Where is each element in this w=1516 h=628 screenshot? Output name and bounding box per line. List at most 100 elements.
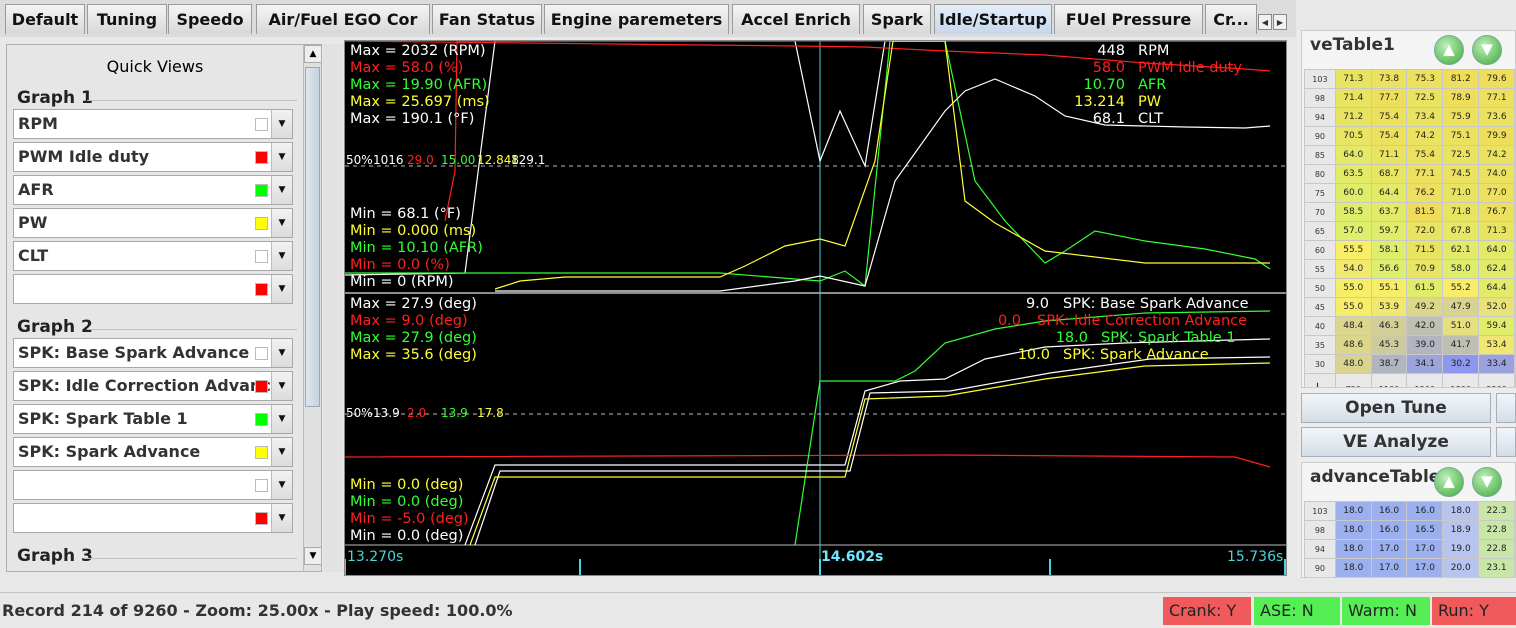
table-cell[interactable]: 57.0 (1334, 221, 1372, 241)
table-cell[interactable]: 55.2 (1442, 278, 1480, 298)
table-cell[interactable]: 61.5 (1406, 278, 1444, 298)
table-cell[interactable]: 63.7 (1370, 202, 1408, 222)
table-cell[interactable]: 75.4 (1370, 107, 1408, 127)
table-cell[interactable]: 67.8 (1442, 221, 1480, 241)
table-cell[interactable]: 63.5 (1334, 164, 1372, 184)
table-cell[interactable]: 64.0 (1478, 240, 1515, 260)
table-cell[interactable]: 72.5 (1406, 88, 1444, 108)
scroll-down-icon[interactable]: ▼ (304, 547, 321, 565)
table-cell[interactable]: 33.4 (1478, 354, 1515, 374)
table-cell[interactable]: 41.7 (1442, 335, 1480, 355)
table-cell[interactable]: 58.0 (1442, 259, 1480, 279)
table-cell[interactable]: 74.2 (1406, 126, 1444, 146)
table-cell[interactable]: 70.9 (1406, 259, 1444, 279)
table-cell[interactable]: 53.9 (1370, 297, 1408, 317)
tab-0[interactable]: Default (5, 4, 85, 34)
table-cell[interactable]: 56.6 (1370, 259, 1408, 279)
splitter[interactable] (323, 44, 343, 572)
table-cell[interactable]: 75.9 (1442, 107, 1480, 127)
color-swatch[interactable] (255, 217, 268, 230)
table-cell[interactable]: 16.0 (1406, 501, 1444, 521)
table-cell[interactable]: 18.0 (1334, 501, 1372, 521)
table-cell[interactable]: 17.0 (1370, 539, 1408, 559)
open-tune-extra-button[interactable] (1496, 393, 1516, 423)
chevron-down-icon[interactable]: ▼ (271, 471, 292, 499)
table-cell[interactable]: 22.8 (1478, 539, 1515, 559)
table-cell[interactable]: 55.0 (1334, 278, 1372, 298)
tab-scroll-right-icon[interactable]: ▶ (1273, 14, 1287, 30)
ve-table-up-icon[interactable]: ▲ (1434, 35, 1464, 65)
table-cell[interactable]: 45.3 (1370, 335, 1408, 355)
table-cell[interactable]: 59.7 (1370, 221, 1408, 241)
table-cell[interactable]: 23.1 (1478, 558, 1515, 577)
table-cell[interactable]: 58.5 (1334, 202, 1372, 222)
advance-table-grid[interactable]: 103 18.0 16.0 16.0 18.0 22.3 98 18.0 16.0 16.5 18.… (1304, 501, 1515, 577)
color-swatch[interactable] (255, 347, 268, 360)
channel-dropdown[interactable]: PWM Idle duty ▼ (13, 142, 293, 172)
table-cell[interactable]: 71.3 (1334, 69, 1372, 89)
channel-dropdown[interactable]: AFR ▼ (13, 175, 293, 205)
table-cell[interactable]: 48.4 (1334, 316, 1372, 336)
table-cell[interactable]: 18.0 (1334, 520, 1372, 540)
ve-analyze-button[interactable]: VE Analyze (1301, 427, 1491, 457)
table-cell[interactable]: 78.9 (1442, 88, 1480, 108)
table-cell[interactable]: 47.9 (1442, 297, 1480, 317)
channel-dropdown[interactable]: SPK: Idle Correction Advance ▼ (13, 371, 293, 401)
table-cell[interactable]: 39.0 (1406, 335, 1444, 355)
table-cell[interactable]: 74.0 (1478, 164, 1515, 184)
channel-dropdown[interactable]: SPK: Spark Table 1 ▼ (13, 404, 293, 434)
channel-dropdown[interactable]: RPM ▼ (13, 109, 293, 139)
table-cell[interactable]: 73.8 (1370, 69, 1408, 89)
advance-table-down-icon[interactable]: ▼ (1472, 467, 1502, 497)
channel-dropdown[interactable]: SPK: Spark Advance ▼ (13, 437, 293, 467)
table-cell[interactable]: 77.1 (1406, 164, 1444, 184)
table-cell[interactable]: 34.1 (1406, 354, 1444, 374)
table-cell[interactable]: 17.0 (1406, 539, 1444, 559)
table-cell[interactable]: 81.5 (1406, 202, 1444, 222)
ve-analyze-extra-button[interactable] (1496, 427, 1516, 457)
tab-7[interactable]: Spark (863, 4, 931, 34)
table-cell[interactable]: 75.4 (1370, 126, 1408, 146)
table-cell[interactable]: 17.0 (1406, 558, 1444, 577)
table-cell[interactable]: 71.2 (1334, 107, 1372, 127)
tab-6[interactable]: Accel Enrich (732, 4, 860, 34)
table-cell[interactable]: 16.5 (1406, 520, 1444, 540)
channel-dropdown[interactable]: PW ▼ (13, 208, 293, 238)
table-cell[interactable]: 55.0 (1334, 297, 1372, 317)
chevron-down-icon[interactable]: ▼ (271, 110, 292, 138)
table-cell[interactable]: 75.1 (1442, 126, 1480, 146)
table-cell[interactable]: 55.1 (1370, 278, 1408, 298)
table-cell[interactable]: 64.4 (1370, 183, 1408, 203)
table-cell[interactable]: 73.6 (1478, 107, 1515, 127)
table-cell[interactable]: 75.3 (1406, 69, 1444, 89)
color-swatch[interactable] (255, 283, 268, 296)
channel-dropdown[interactable]: SPK: Base Spark Advance ▼ (13, 338, 293, 368)
channel-dropdown[interactable]: CLT ▼ (13, 241, 293, 271)
chevron-down-icon[interactable]: ▼ (271, 372, 292, 400)
table-cell[interactable]: 38.7 (1370, 354, 1408, 374)
ve-table-down-icon[interactable]: ▼ (1472, 35, 1502, 65)
table-cell[interactable]: 71.3 (1478, 221, 1515, 241)
scroll-thumb[interactable] (305, 67, 320, 407)
color-swatch[interactable] (255, 479, 268, 492)
table-cell[interactable]: 52.0 (1478, 297, 1515, 317)
table-cell[interactable]: 71.8 (1442, 202, 1480, 222)
tab-10[interactable]: Cr... (1205, 4, 1257, 34)
tab-3[interactable]: Air/Fuel EGO Cor (256, 4, 430, 34)
table-cell[interactable]: 79.9 (1478, 126, 1515, 146)
tab-scroll-left-icon[interactable]: ◀ (1258, 14, 1272, 30)
table-cell[interactable]: 58.1 (1370, 240, 1408, 260)
table-cell[interactable]: 18.0 (1442, 501, 1480, 521)
advance-table-up-icon[interactable]: ▲ (1434, 467, 1464, 497)
channel-dropdown[interactable]: ▼ (13, 503, 293, 533)
tab-5[interactable]: Engine paremeters (544, 4, 729, 34)
color-swatch[interactable] (255, 446, 268, 459)
chevron-down-icon[interactable]: ▼ (271, 242, 292, 270)
table-cell[interactable]: 79.6 (1478, 69, 1515, 89)
tab-8[interactable]: Idle/Startup (934, 4, 1052, 34)
chevron-down-icon[interactable]: ▼ (271, 209, 292, 237)
ve-table-grid[interactable]: 103 71.3 73.8 75.3 81.2 79.6 98 71.4 77.7 72.5 78.… (1304, 69, 1515, 387)
table-cell[interactable]: 48.6 (1334, 335, 1372, 355)
color-swatch[interactable] (255, 380, 268, 393)
chevron-down-icon[interactable]: ▼ (271, 504, 292, 532)
